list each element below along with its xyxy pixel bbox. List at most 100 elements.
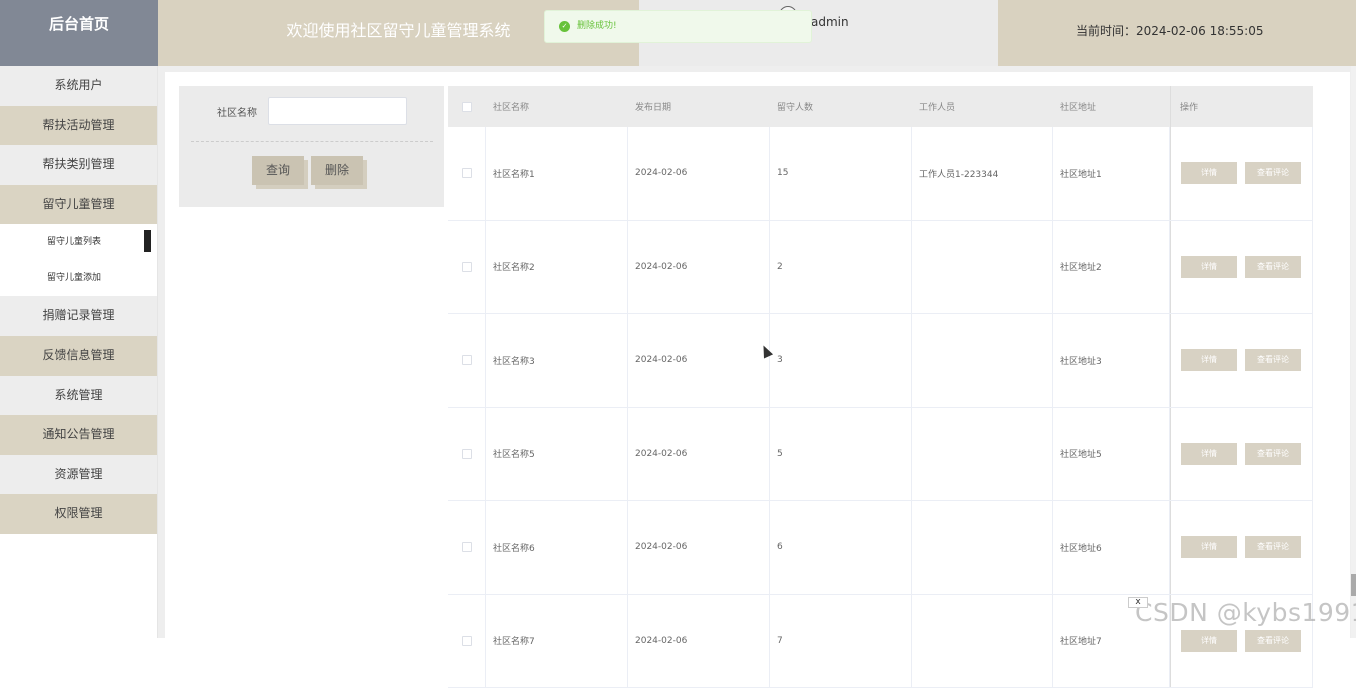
left-behind-count-cell: 15 [770, 127, 912, 220]
current-time-value: 2024-02-06 18:55:05 [1136, 24, 1263, 38]
row-select-cell [448, 408, 486, 501]
active-indicator [144, 230, 151, 252]
detail-button[interactable]: 详情 [1181, 443, 1237, 465]
publish-date-cell: 2024-02-06 [628, 501, 770, 594]
view-comments-button[interactable]: 查看评论 [1245, 256, 1301, 278]
row-checkbox[interactable] [462, 168, 472, 178]
staff-cell [912, 501, 1053, 594]
sidebar-item-children[interactable]: 留守儿童管理 [0, 185, 157, 225]
actions-cell: 详情查看评论 [1170, 501, 1313, 594]
detail-button[interactable]: 详情 [1181, 162, 1237, 184]
staff-cell [912, 408, 1053, 501]
sidebar-item-feedback[interactable]: 反馈信息管理 [0, 336, 157, 376]
row-checkbox[interactable] [462, 542, 472, 552]
view-comments-button[interactable]: 查看评论 [1245, 443, 1301, 465]
sidebar: 系统用户 帮扶活动管理 帮扶类别管理 留守儿童管理 留守儿童列表 留守儿童添加 … [0, 66, 158, 638]
sidebar-item-system-users[interactable]: 系统用户 [0, 66, 157, 106]
table-row: 社区名称52024-02-065社区地址5详情查看评论 [448, 408, 1313, 502]
left-behind-count-cell: 6 [770, 501, 912, 594]
header-select-cell [448, 86, 486, 127]
community-name-cell: 社区名称6 [486, 501, 628, 594]
view-comments-button[interactable]: 查看评论 [1245, 630, 1301, 652]
sidebar-item-help-categories[interactable]: 帮扶类别管理 [0, 145, 157, 185]
table-row: 社区名称12024-02-0615工作人员1-223344社区地址1详情查看评论 [448, 127, 1313, 221]
community-name-cell: 社区名称7 [486, 595, 628, 688]
community-name-cell: 社区名称5 [486, 408, 628, 501]
submenu-item-label: 留守儿童添加 [47, 273, 101, 283]
row-checkbox[interactable] [462, 449, 472, 459]
table-row: 社区名称62024-02-066社区地址6详情查看评论 [448, 501, 1313, 595]
publish-date-cell: 2024-02-06 [628, 221, 770, 314]
staff-cell [912, 314, 1053, 407]
staff-cell: 工作人员1-223344 [912, 127, 1053, 220]
address-cell: 社区地址2 [1053, 221, 1170, 314]
row-select-cell [448, 314, 486, 407]
address-cell: 社区地址5 [1053, 408, 1170, 501]
column-header: 发布日期 [628, 86, 770, 127]
select-all-checkbox[interactable] [462, 102, 472, 112]
detail-button[interactable]: 详情 [1181, 630, 1237, 652]
community-name-input[interactable] [268, 97, 407, 125]
watermark: CSDN @kybs1991 [1135, 598, 1356, 627]
search-panel: 社区名称 查询 删除 [179, 86, 444, 207]
detail-button[interactable]: 详情 [1181, 256, 1237, 278]
page-scrollbar[interactable] [1351, 66, 1356, 638]
column-header: 社区地址 [1053, 86, 1170, 127]
column-header: 操作 [1170, 86, 1313, 127]
close-icon[interactable]: x [1128, 597, 1148, 608]
row-checkbox[interactable] [462, 636, 472, 646]
table-row: 社区名称32024-02-063社区地址3详情查看评论 [448, 314, 1313, 408]
sidebar-item-help-activities[interactable]: 帮扶活动管理 [0, 106, 157, 146]
toast-message: 删除成功! [577, 21, 617, 31]
column-header: 工作人员 [912, 86, 1053, 127]
delete-button[interactable]: 删除 [311, 156, 363, 185]
row-select-cell [448, 127, 486, 220]
query-button[interactable]: 查询 [252, 156, 304, 185]
sidebar-item-resources[interactable]: 资源管理 [0, 455, 157, 495]
actions-cell: 详情查看评论 [1170, 408, 1313, 501]
left-behind-count-cell: 2 [770, 221, 912, 314]
row-select-cell [448, 595, 486, 688]
publish-date-cell: 2024-02-06 [628, 595, 770, 688]
check-icon: ✓ [559, 21, 570, 32]
actions-cell: 详情查看评论 [1170, 314, 1313, 407]
sidebar-item-donations[interactable]: 捐赠记录管理 [0, 296, 157, 336]
left-behind-count-cell: 7 [770, 595, 912, 688]
actions-cell: 详情查看评论 [1170, 127, 1313, 220]
left-behind-count-cell: 5 [770, 408, 912, 501]
left-behind-count-cell: 3 [770, 314, 912, 407]
logo-home[interactable]: 后台首页 [0, 0, 158, 66]
publish-date-cell: 2024-02-06 [628, 314, 770, 407]
address-cell: 社区地址6 [1053, 501, 1170, 594]
table-row: 社区名称22024-02-062 社区地址2 详情查看评论 [448, 221, 1313, 315]
publish-date-cell: 2024-02-06 [628, 127, 770, 220]
submenu-item-label: 留守儿童列表 [47, 237, 101, 247]
detail-button[interactable]: 详情 [1181, 536, 1237, 558]
column-header: 留守人数 [770, 86, 912, 127]
search-label: 社区名称 [217, 104, 257, 119]
row-select-cell [448, 221, 486, 314]
row-checkbox[interactable] [462, 262, 472, 272]
community-name-cell: 社区名称1 [486, 127, 628, 220]
column-header: 社区名称 [486, 86, 628, 127]
staff-cell [912, 221, 1053, 314]
divider [191, 141, 433, 142]
detail-button[interactable]: 详情 [1181, 349, 1237, 371]
sidebar-item-system[interactable]: 系统管理 [0, 376, 157, 416]
view-comments-button[interactable]: 查看评论 [1245, 349, 1301, 371]
current-time-label: 当前时间： [1076, 24, 1136, 38]
submenu-item-children-add[interactable]: 留守儿童添加 [0, 260, 157, 296]
sidebar-item-permissions[interactable]: 权限管理 [0, 494, 157, 534]
publish-date-cell: 2024-02-06 [628, 408, 770, 501]
address-cell: 社区地址1 [1053, 127, 1170, 220]
address-cell: 社区地址3 [1053, 314, 1170, 407]
view-comments-button[interactable]: 查看评论 [1245, 536, 1301, 558]
table-header: 社区名称 发布日期 留守人数 工作人员 社区地址 操作 [448, 86, 1313, 127]
row-checkbox[interactable] [462, 355, 472, 365]
view-comments-button[interactable]: 查看评论 [1245, 162, 1301, 184]
sidebar-item-notices[interactable]: 通知公告管理 [0, 415, 157, 455]
community-name-cell: 社区名称2 [486, 221, 628, 314]
scrollbar-thumb[interactable] [1351, 574, 1356, 596]
submenu-item-children-list[interactable]: 留守儿童列表 [0, 224, 157, 260]
current-time: 当前时间：2024-02-06 18:55:05 [998, 0, 1356, 66]
